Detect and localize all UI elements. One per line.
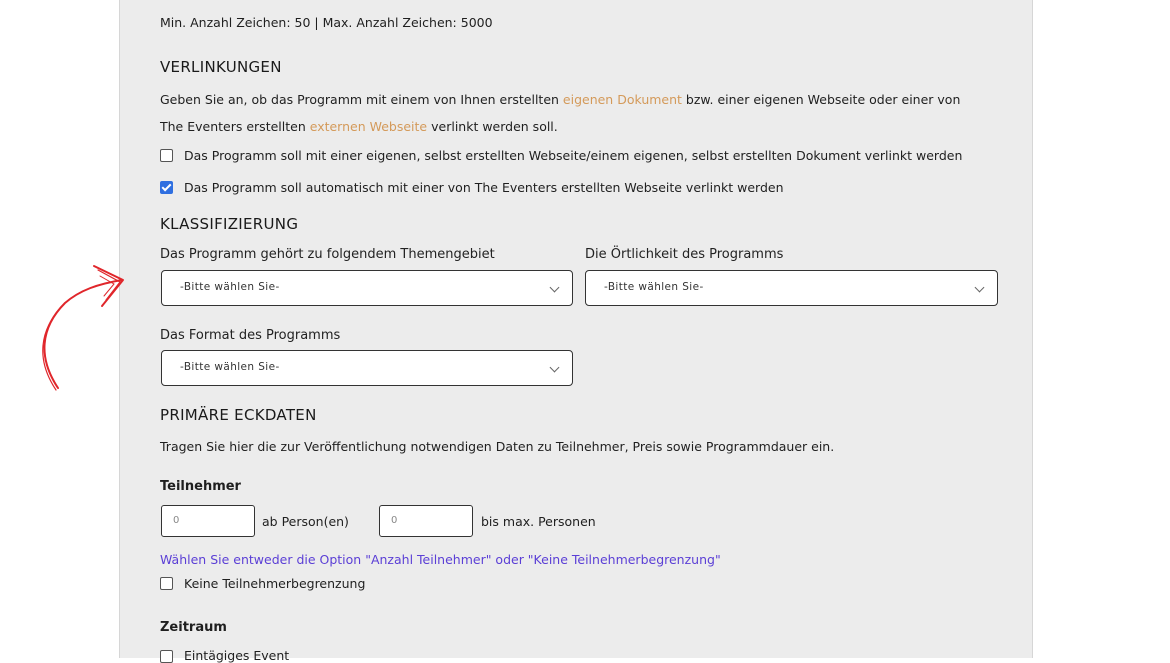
max-personen-input[interactable]: 0: [379, 505, 473, 537]
externe-webseite-link[interactable]: externen Webseite: [310, 119, 427, 134]
min-personen-placeholder: 0: [173, 515, 180, 526]
format-select[interactable]: -Bitte wählen Sie-: [161, 350, 573, 386]
format-label: Das Format des Programms: [160, 328, 341, 343]
eckdaten-heading: PRIMÄRE ECKDATEN: [160, 406, 317, 424]
verlinkungen-description-line2: The Eventers erstellten externen Webseit…: [160, 119, 558, 134]
format-value: -Bitte wählen Sie-: [180, 361, 280, 373]
eckdaten-description: Tragen Sie hier die zur Veröffentlichung…: [160, 439, 835, 454]
eigene-webseite-label[interactable]: Das Programm soll mit einer eigenen, sel…: [184, 148, 962, 163]
chevron-down-icon: [549, 362, 560, 373]
desc-text: bzw. einer eigenen Webseite oder einer v…: [681, 92, 961, 107]
eigene-webseite-checkbox[interactable]: [160, 149, 173, 162]
keine-begrenzung-checkbox[interactable]: [160, 577, 173, 590]
desc-text: verlinkt werden soll.: [427, 119, 558, 134]
red-arrow-annotation-icon: [42, 265, 124, 391]
klassifizierung-heading: KLASSIFIZIERUNG: [160, 215, 299, 233]
zeitraum-heading: Zeitraum: [160, 620, 227, 635]
themengebiet-label: Das Programm gehört zu folgendem Themeng…: [160, 247, 495, 262]
themengebiet-select[interactable]: -Bitte wählen Sie-: [161, 270, 573, 306]
desc-text: The Eventers erstellten: [160, 119, 310, 134]
oertlichkeit-value: -Bitte wählen Sie-: [604, 281, 704, 293]
themengebiet-value: -Bitte wählen Sie-: [180, 281, 280, 293]
eventers-webseite-label[interactable]: Das Programm soll automatisch mit einer …: [184, 180, 784, 195]
min-personen-suffix: ab Person(en): [262, 514, 349, 529]
verlinkungen-description-line1: Geben Sie an, ob das Programm mit einem …: [160, 92, 960, 107]
max-personen-suffix: bis max. Personen: [481, 514, 596, 529]
eintaegig-label[interactable]: Eintägiges Event: [184, 648, 289, 663]
max-personen-placeholder: 0: [391, 515, 398, 526]
chevron-down-icon: [549, 282, 560, 293]
keine-begrenzung-label[interactable]: Keine Teilnehmerbegrenzung: [184, 576, 365, 591]
eintaegig-checkbox[interactable]: [160, 650, 173, 663]
eventers-webseite-checkbox[interactable]: [160, 181, 173, 194]
eigenes-dokument-link[interactable]: eigenen Dokument: [563, 92, 682, 107]
oertlichkeit-select[interactable]: -Bitte wählen Sie-: [585, 270, 998, 306]
oertlichkeit-label: Die Örtlichkeit des Programms: [585, 247, 784, 262]
verlinkungen-heading: VERLINKUNGEN: [160, 58, 282, 76]
teilnehmer-heading: Teilnehmer: [160, 479, 241, 494]
chevron-down-icon: [974, 282, 985, 293]
char-limit-note: Min. Anzahl Zeichen: 50 | Max. Anzahl Ze…: [160, 15, 493, 30]
desc-text: Geben Sie an, ob das Programm mit einem …: [160, 92, 563, 107]
min-personen-input[interactable]: 0: [161, 505, 255, 537]
teilnehmer-hint: Wählen Sie entweder die Option "Anzahl T…: [160, 552, 721, 567]
